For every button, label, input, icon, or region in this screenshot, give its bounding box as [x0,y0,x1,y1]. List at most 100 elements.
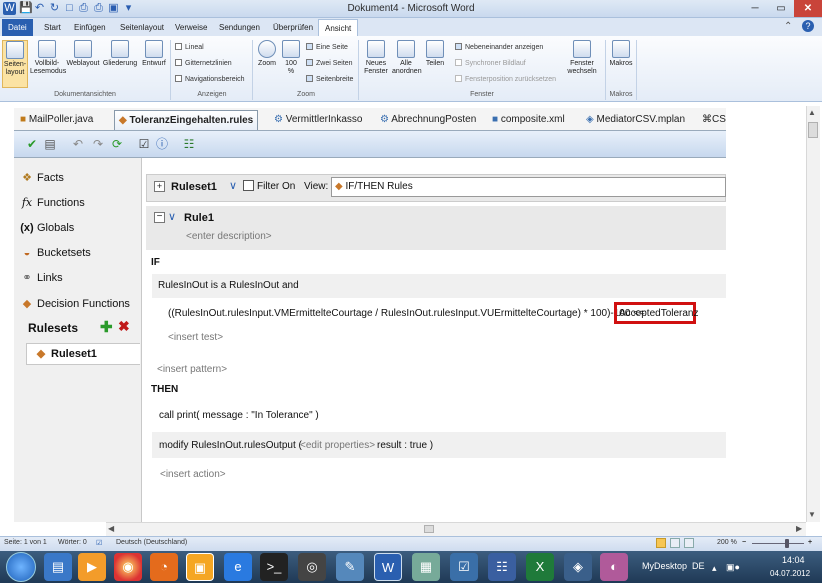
zoom-button[interactable]: Zoom [256,40,278,68]
help-icon[interactable]: ? [802,20,814,32]
reading-view-icon[interactable] [670,538,680,548]
tab-ueberpruefen[interactable]: Überprüfen [267,19,319,36]
tab-datei[interactable]: Datei [2,19,33,36]
tab-verweise[interactable]: Verweise [169,19,213,36]
editor-app-icon[interactable]: ▦ [412,553,440,581]
close-button[interactable]: ✕ [794,0,822,17]
start-orb-icon[interactable] [6,552,36,582]
word-count[interactable]: Wörter: 0 [58,539,87,546]
proofing-icon[interactable]: ☑ [96,539,102,547]
editor-tab-vermittler[interactable]: ⚙ VermittlerInkasso [274,110,362,130]
tab-seitenlayout[interactable]: Seitenlayout [114,19,170,36]
print-layout-view-icon[interactable] [656,538,666,548]
print-layout-button[interactable]: Seiten- layout [2,40,28,88]
language[interactable]: Deutsch (Deutschland) [116,539,187,546]
nav-functions[interactable]: fx Functions [20,195,85,211]
undo-icon[interactable]: ↶ [33,2,46,15]
desktop-toolbar-label[interactable]: MyDesktop [642,561,687,571]
action-modify-tail[interactable]: result : true ) [377,440,433,451]
vertical-scrollbar[interactable] [806,106,820,522]
explorer-icon[interactable]: ▤ [44,553,72,581]
arrange-all-button[interactable]: Alle anordnen [392,40,422,76]
input-language[interactable]: DE [692,561,705,571]
misc-app-icon[interactable]: ◐ [600,553,628,581]
action-print[interactable]: call print( message : "In Tolerance" ) [159,410,319,421]
chevron-down-icon[interactable]: ∨ [168,210,176,223]
sitemap-icon[interactable]: ☷ [181,136,197,152]
page-count[interactable]: Seite: 1 von 1 [4,539,47,546]
nav-bucketsets[interactable]: ◒ Bucketsets [20,245,91,261]
delete-ruleset-icon[interactable]: ✖ [118,318,130,335]
firefox-icon[interactable]: ◔ [150,553,178,581]
editor-tab-abrechnung[interactable]: ⚙ AbrechnungPosten [380,110,476,130]
collapse-icon[interactable]: − [154,212,165,223]
maximize-button[interactable]: ▭ [768,0,794,17]
ie-icon[interactable]: e [224,553,252,581]
navigation-pane-checkbox[interactable]: Navigationsbereich [175,75,245,84]
redo-icon[interactable]: ↷ [90,136,106,152]
full-screen-reading-button[interactable]: Vollbild- Lesemodus [30,40,66,76]
expand-icon[interactable]: + [154,181,165,192]
insert-test-link[interactable]: <insert test> [168,332,223,343]
tab-start[interactable]: Start [38,19,67,36]
web-layout-button[interactable]: Weblayout [66,40,100,68]
network-app-icon[interactable]: ☷ [488,553,516,581]
redo-icon[interactable]: ↻ [48,2,61,15]
open-icon[interactable]: ▣ [107,2,120,15]
app-icon[interactable]: ▣ [186,553,214,581]
editor-tab-mailpoller[interactable]: ■ MailPoller.java [20,110,93,130]
page-width-button[interactable]: Seitenbreite [306,75,353,84]
horizontal-scrollbar[interactable] [106,522,806,536]
zoom-slider-thumb[interactable] [785,539,789,548]
checklist-icon[interactable]: ☑ [136,136,152,152]
editor-tab-mediator[interactable]: ◈ MediatorCSV.mplan [586,110,685,130]
collapse-ribbon-icon[interactable]: ⌃ [784,21,792,32]
undo-icon[interactable]: ↶ [70,136,86,152]
word-app-icon[interactable]: W [3,2,16,15]
nav-links[interactable]: ⚭ Links [20,270,62,286]
jdev-icon[interactable]: ◈ [564,553,592,581]
zoom-100-button[interactable]: 100 % [281,40,301,76]
excel-icon[interactable]: X [526,553,554,581]
print-preview-icon[interactable]: ⎙ [77,2,90,15]
tab-einfuegen[interactable]: Einfügen [68,19,112,36]
refresh-icon[interactable]: ⟳ [109,136,125,152]
media-player-icon[interactable]: ▶ [78,553,106,581]
clock-time[interactable]: 14:04 [782,555,805,565]
chevron-down-icon[interactable]: ∨ [229,179,237,192]
filter-checkbox[interactable] [243,180,254,191]
new-doc-icon[interactable]: □ [63,2,76,15]
nav-decision-functions[interactable]: ◆ Decision Functions [20,296,130,312]
macros-button[interactable]: Makros [608,40,634,68]
test-icon[interactable]: ▤ [42,136,58,152]
two-pages-button[interactable]: Zwei Seiten [306,59,353,68]
test-expression[interactable]: ((RulesInOut.rulesInput.VMErmittelteCour… [168,308,645,319]
validate-icon[interactable]: ✔ [24,136,40,152]
editor-tab-toleranz[interactable]: ◆ ToleranzEingehalten.rules [114,110,259,130]
scroll-down-icon[interactable]: ▼ [808,510,816,519]
scroll-thumb[interactable] [424,525,434,533]
scroll-thumb[interactable] [808,122,818,138]
nav-globals[interactable]: (x) Globals [20,220,74,236]
rule-description[interactable]: <enter description> [186,231,272,242]
insert-action-link[interactable]: <insert action> [160,469,226,480]
edit-properties-link[interactable]: <edit properties> [300,440,375,451]
save-icon[interactable]: 💾 [19,2,33,15]
notes-icon[interactable]: ✎ [336,553,364,581]
chrome-icon[interactable]: ◉ [114,553,142,581]
tab-sendungen[interactable]: Sendungen [213,19,266,36]
word-taskbar-icon[interactable]: W [374,553,402,581]
print-icon[interactable]: ⎙ [92,2,105,15]
add-ruleset-icon[interactable]: ✚ [100,318,113,336]
customize-qa-icon[interactable]: ▾ [122,2,135,15]
zoom-in-icon[interactable]: + [808,539,812,546]
minimize-button[interactable]: ─ [742,0,768,17]
scroll-up-icon[interactable]: ▲ [808,108,816,117]
draft-button[interactable]: Entwurf [140,40,168,68]
web-view-icon[interactable] [684,538,694,548]
one-page-button[interactable]: Eine Seite [306,43,348,52]
tool-app-icon[interactable]: ☑ [450,553,478,581]
lock-app-icon[interactable]: ◎ [298,553,326,581]
new-window-button[interactable]: Neues Fenster [362,40,390,76]
outline-button[interactable]: Gliederung [102,40,138,68]
